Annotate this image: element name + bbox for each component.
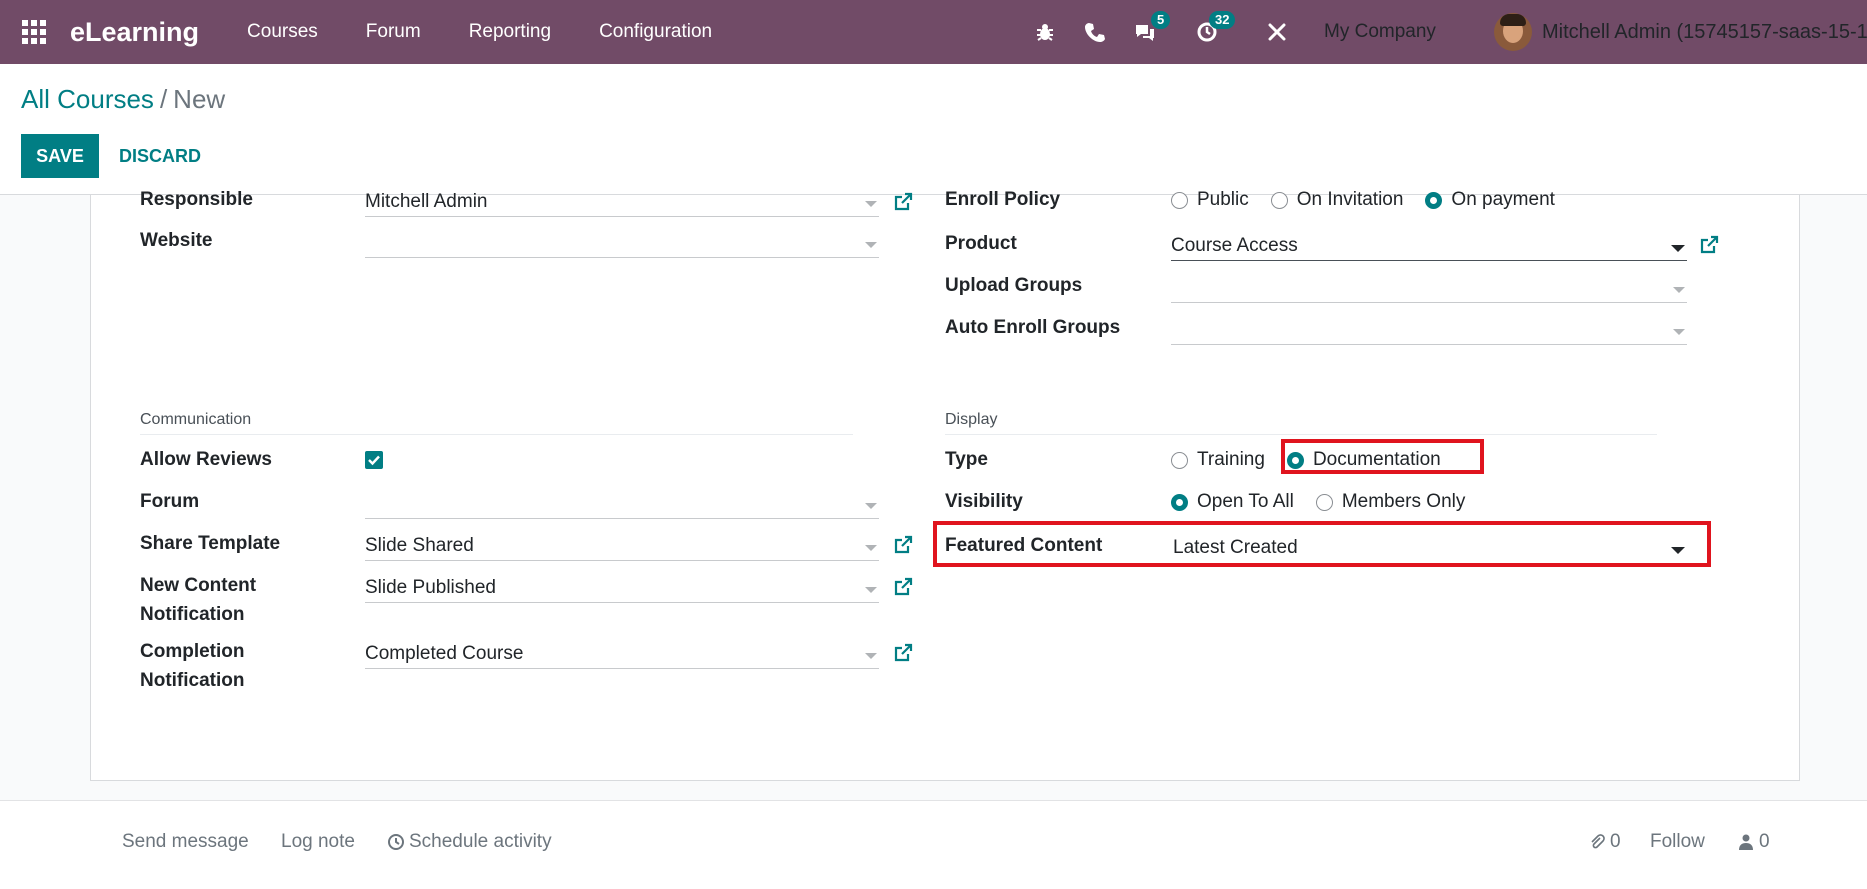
messages-badge: 5 (1151, 11, 1171, 29)
visibility-label: Visibility (945, 491, 1023, 512)
menu-courses[interactable]: Courses (247, 21, 318, 43)
share-template-label: Share Template (140, 533, 281, 554)
messages-icon[interactable] (1130, 0, 1160, 64)
user-menu[interactable]: Mitchell Admin (15745157-saas-15-1- (1494, 0, 1867, 64)
visibility-open-radio[interactable]: Open To All (1171, 489, 1294, 515)
upload-groups-label: Upload Groups (945, 275, 1083, 296)
product-label: Product (945, 233, 1017, 254)
phone-icon[interactable] (1082, 0, 1108, 64)
featured-content-value: Latest Created (1173, 537, 1298, 558)
chevron-down-icon (865, 201, 877, 207)
control-panel: All Courses / New SAVE DISCARD (0, 64, 1867, 195)
share-template-field[interactable]: Slide Shared (365, 531, 879, 561)
menu-reporting[interactable]: Reporting (469, 21, 551, 43)
share-template-value: Slide Shared (365, 535, 474, 556)
auto-enroll-groups-field[interactable] (1171, 315, 1687, 345)
user-name: Mitchell Admin (15745157-saas-15-1- (1542, 20, 1867, 43)
paperclip-icon (1591, 834, 1605, 849)
featured-content-field[interactable]: Latest Created (1173, 533, 1687, 563)
log-note-button[interactable]: Log note (281, 831, 355, 853)
enroll-payment-radio[interactable]: On payment (1425, 187, 1555, 213)
visibility-members-radio[interactable]: Members Only (1315, 489, 1465, 515)
featured-content-label: Featured Content (945, 535, 1103, 556)
chevron-down-icon (865, 242, 877, 248)
type-documentation-radio[interactable]: Documentation (1286, 447, 1441, 473)
forum-label: Forum (140, 491, 200, 512)
allow-reviews-checkbox[interactable] (365, 451, 383, 469)
activities-clock-icon[interactable] (1194, 0, 1220, 64)
enroll-policy-label: Enroll Policy (945, 189, 1061, 210)
completion-notification-field[interactable]: Completed Course (365, 639, 879, 669)
schedule-activity-button[interactable]: Schedule activity (387, 831, 552, 853)
visibility-radio-group: Open To All Members Only (1171, 489, 1487, 515)
new-content-label: New Content Notification (140, 575, 257, 625)
chevron-down-icon (865, 653, 877, 659)
display-section-title: Display (945, 411, 998, 428)
attachments-button[interactable]: 0 (1588, 831, 1621, 853)
clock-icon (388, 834, 404, 850)
chevron-down-icon (1673, 329, 1685, 335)
tools-icon[interactable] (1264, 0, 1290, 64)
completion-label: Completion Notification (140, 641, 245, 691)
chevron-down-icon (865, 587, 877, 593)
enroll-invitation-radio[interactable]: On Invitation (1270, 187, 1403, 213)
website-field[interactable] (365, 228, 879, 258)
menu-configuration[interactable]: Configuration (599, 21, 712, 43)
new-content-value: Slide Published (365, 577, 496, 598)
chevron-down-icon (1671, 245, 1685, 252)
apps-menu-icon[interactable] (0, 0, 68, 64)
type-radio-group: Training Documentation (1171, 447, 1463, 473)
breadcrumb-current: New (173, 84, 226, 114)
type-training-radio[interactable]: Training (1171, 447, 1265, 473)
external-link-icon[interactable] (893, 643, 913, 663)
enroll-public-radio[interactable]: Public (1171, 187, 1249, 213)
discard-button[interactable]: DISCARD (108, 134, 212, 178)
breadcrumb: All Courses / New (21, 84, 225, 115)
send-message-button[interactable]: Send message (122, 831, 249, 853)
forum-field[interactable] (365, 489, 879, 519)
external-link-icon[interactable] (893, 535, 913, 555)
allow-reviews-label: Allow Reviews (140, 449, 272, 470)
company-switcher[interactable]: My Company (1324, 0, 1436, 64)
communication-separator (140, 434, 853, 435)
follow-button[interactable]: Follow (1650, 831, 1705, 853)
external-link-icon[interactable] (1699, 235, 1719, 255)
breadcrumb-separator: / (159, 84, 168, 114)
auto-enroll-groups-label: Auto Enroll Groups (945, 317, 1121, 338)
responsible-field[interactable]: Mitchell Admin (365, 187, 879, 217)
enroll-policy-radio-group: Public On Invitation On payment (1171, 187, 1577, 213)
chevron-down-icon (865, 503, 877, 509)
type-label: Type (945, 449, 988, 470)
app-brand[interactable]: eLearning (70, 17, 199, 48)
product-value: Course Access (1171, 235, 1298, 256)
breadcrumb-all-courses[interactable]: All Courses (21, 84, 154, 114)
responsible-value: Mitchell Admin (365, 191, 488, 212)
responsible-label: Responsible (140, 189, 253, 210)
upload-groups-field[interactable] (1171, 273, 1687, 303)
followers-button[interactable]: 0 (1737, 831, 1770, 853)
save-button[interactable]: SAVE (21, 134, 99, 178)
menu-forum[interactable]: Forum (366, 21, 421, 43)
chevron-down-icon (1673, 287, 1685, 293)
form-sheet: Responsible Mitchell Admin Website Commu… (90, 189, 1800, 781)
chatter: Send message Log note Schedule activity … (0, 800, 1867, 889)
chevron-down-icon (1671, 547, 1685, 554)
chevron-down-icon (865, 545, 877, 551)
communication-section-title: Communication (140, 411, 252, 428)
external-link-icon[interactable] (893, 192, 913, 212)
display-separator (945, 434, 1657, 435)
website-label: Website (140, 230, 213, 251)
external-link-icon[interactable] (893, 577, 913, 597)
user-icon (1739, 834, 1753, 850)
debug-bug-icon[interactable] (1032, 0, 1058, 64)
new-content-notification-field[interactable]: Slide Published (365, 573, 879, 603)
completion-value: Completed Course (365, 643, 524, 664)
activities-badge: 32 (1209, 11, 1236, 29)
product-field[interactable]: Course Access (1171, 231, 1687, 261)
avatar (1494, 13, 1532, 51)
